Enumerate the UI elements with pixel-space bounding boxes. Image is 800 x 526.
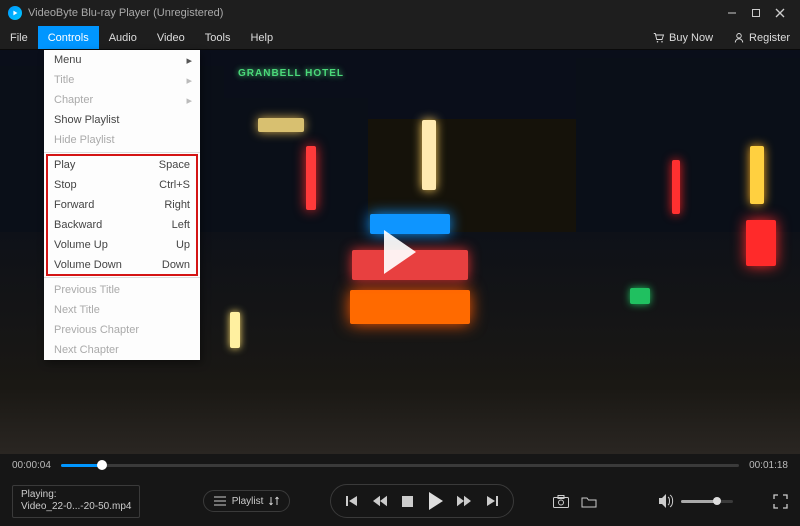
menu-controls[interactable]: Controls: [38, 26, 99, 49]
now-playing-label: Playing:: [21, 489, 131, 502]
controls-dropdown: Menu▸Title▸Chapter▸Show PlaylistHide Pla…: [44, 50, 200, 360]
dropdown-item: Previous Title: [44, 280, 200, 300]
time-current: 00:00:04: [12, 460, 51, 471]
playlist-button[interactable]: Playlist: [203, 490, 291, 512]
prev-button[interactable]: [345, 494, 359, 508]
dropdown-item[interactable]: Show Playlist: [44, 110, 200, 130]
menu-help[interactable]: Help: [240, 26, 283, 49]
cart-icon: [653, 32, 665, 44]
sort-icon: [269, 496, 279, 506]
dropdown-item[interactable]: PlaySpace: [44, 155, 200, 175]
rewind-button[interactable]: [373, 494, 387, 508]
dropdown-item: Next Chapter: [44, 340, 200, 360]
now-playing-panel: Playing: Video_22-0...-20-50.mp4: [12, 485, 140, 518]
buy-now-button[interactable]: Buy Now: [643, 32, 723, 44]
snapshot-button[interactable]: [553, 493, 569, 509]
play-button[interactable]: [429, 492, 443, 510]
dropdown-item: Hide Playlist: [44, 130, 200, 150]
playlist-icon: [214, 496, 226, 506]
dropdown-item: Next Title: [44, 300, 200, 320]
play-overlay-icon[interactable]: [384, 230, 416, 274]
open-button[interactable]: [581, 493, 597, 509]
dropdown-item[interactable]: ForwardRight: [44, 195, 200, 215]
dropdown-item[interactable]: StopCtrl+S: [44, 175, 200, 195]
dropdown-item[interactable]: Volume DownDown: [44, 255, 200, 275]
dropdown-item: Previous Chapter: [44, 320, 200, 340]
dropdown-item: Chapter▸: [44, 90, 200, 110]
maximize-button[interactable]: [744, 1, 768, 25]
app-icon: [8, 6, 22, 20]
titlebar: VideoByte Blu-ray Player (Unregistered): [0, 0, 800, 26]
dropdown-item[interactable]: BackwardLeft: [44, 215, 200, 235]
dropdown-item[interactable]: Volume UpUp: [44, 235, 200, 255]
timebar: 00:00:04 00:01:18: [0, 454, 800, 476]
menubar: FileControlsAudioVideoToolsHelp Buy Now …: [0, 26, 800, 50]
transport-controls: [330, 484, 514, 518]
next-button[interactable]: [485, 494, 499, 508]
menu-audio[interactable]: Audio: [99, 26, 147, 49]
close-button[interactable]: [768, 1, 792, 25]
menu-file[interactable]: File: [0, 26, 38, 49]
forward-button[interactable]: [457, 494, 471, 508]
menu-video[interactable]: Video: [147, 26, 195, 49]
user-icon: [733, 32, 745, 44]
dropdown-item: Title▸: [44, 70, 200, 90]
stop-button[interactable]: [401, 494, 415, 508]
volume-control: [659, 493, 733, 509]
dropdown-item[interactable]: Menu▸: [44, 50, 200, 70]
app-title: VideoByte Blu-ray Player (Unregistered): [28, 7, 223, 19]
controlbar: Playing: Video_22-0...-20-50.mp4 Playlis…: [0, 476, 800, 526]
now-playing-file: Video_22-0...-20-50.mp4: [21, 501, 131, 514]
seek-slider[interactable]: [61, 464, 739, 467]
time-total: 00:01:18: [749, 460, 788, 471]
register-button[interactable]: Register: [723, 32, 800, 44]
menu-tools[interactable]: Tools: [195, 26, 241, 49]
fullscreen-button[interactable]: [772, 493, 788, 509]
volume-icon[interactable]: [659, 493, 675, 509]
volume-slider[interactable]: [681, 500, 733, 503]
hotel-sign: GRANBELL HOTEL: [238, 68, 344, 79]
minimize-button[interactable]: [720, 1, 744, 25]
